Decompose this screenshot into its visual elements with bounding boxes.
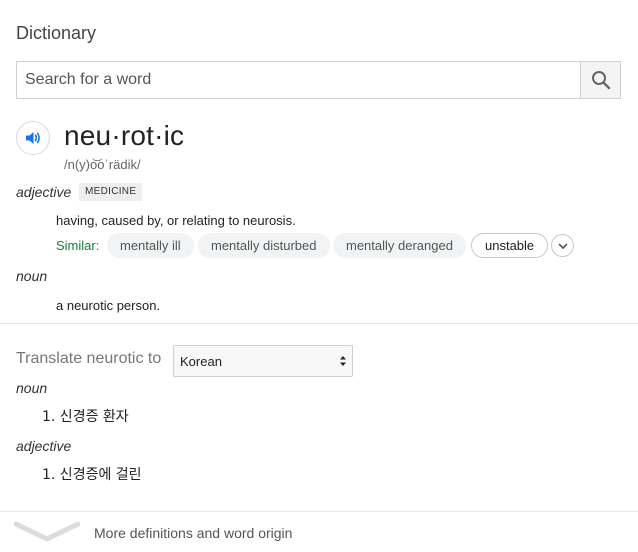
chevron-down-icon: [14, 521, 80, 542]
similar-chip[interactable]: mentally ill: [107, 233, 194, 258]
search-button[interactable]: [580, 62, 620, 98]
select-arrows-icon: [340, 356, 346, 366]
translation-pos-adjective: adjective: [16, 438, 72, 454]
language-select[interactable]: Korean: [173, 345, 353, 377]
similar-chip[interactable]: mentally deranged: [333, 233, 466, 258]
similar-chip[interactable]: mentally disturbed: [198, 233, 330, 258]
search-box: [16, 61, 621, 99]
speaker-icon: [26, 132, 40, 144]
selected-language: Korean: [180, 354, 222, 369]
similar-label: Similar:: [56, 238, 100, 253]
phonetic-spelling: /n(y)o͝oˈrädik/: [64, 157, 141, 172]
translation-item: 1. 신경증에 걸린: [42, 467, 142, 483]
dictionary-heading: Dictionary: [16, 23, 97, 43]
dictionary-card: Dictionary neu·rot·ic /n(y)o͝oˈrädik/ ad…: [0, 0, 638, 552]
expand-similar-button[interactable]: [551, 234, 574, 257]
search-input[interactable]: [17, 62, 581, 98]
headword: neu·rot·ic: [64, 120, 185, 151]
definition-adjective: having, caused by, or relating to neuros…: [56, 213, 296, 228]
similar-chip[interactable]: unstable: [471, 233, 549, 258]
translate-label: Translate neurotic to: [16, 350, 162, 367]
chevron-down-icon: [558, 243, 567, 249]
pronunciation-button[interactable]: [16, 121, 50, 155]
search-icon: [591, 71, 610, 90]
translation-pos-noun: noun: [16, 380, 48, 396]
section-divider: [0, 323, 638, 324]
translation-item: 1. 신경증 환자: [42, 409, 129, 425]
definition-noun: a neurotic person.: [56, 298, 161, 313]
domain-tag: MEDICINE: [79, 183, 143, 201]
more-definitions-label: More definitions and word origin: [94, 525, 293, 541]
more-definitions-link[interactable]: More definitions and word origin: [0, 512, 638, 552]
part-of-speech-noun: noun: [16, 268, 48, 284]
part-of-speech-adjective: adjective: [16, 184, 72, 200]
